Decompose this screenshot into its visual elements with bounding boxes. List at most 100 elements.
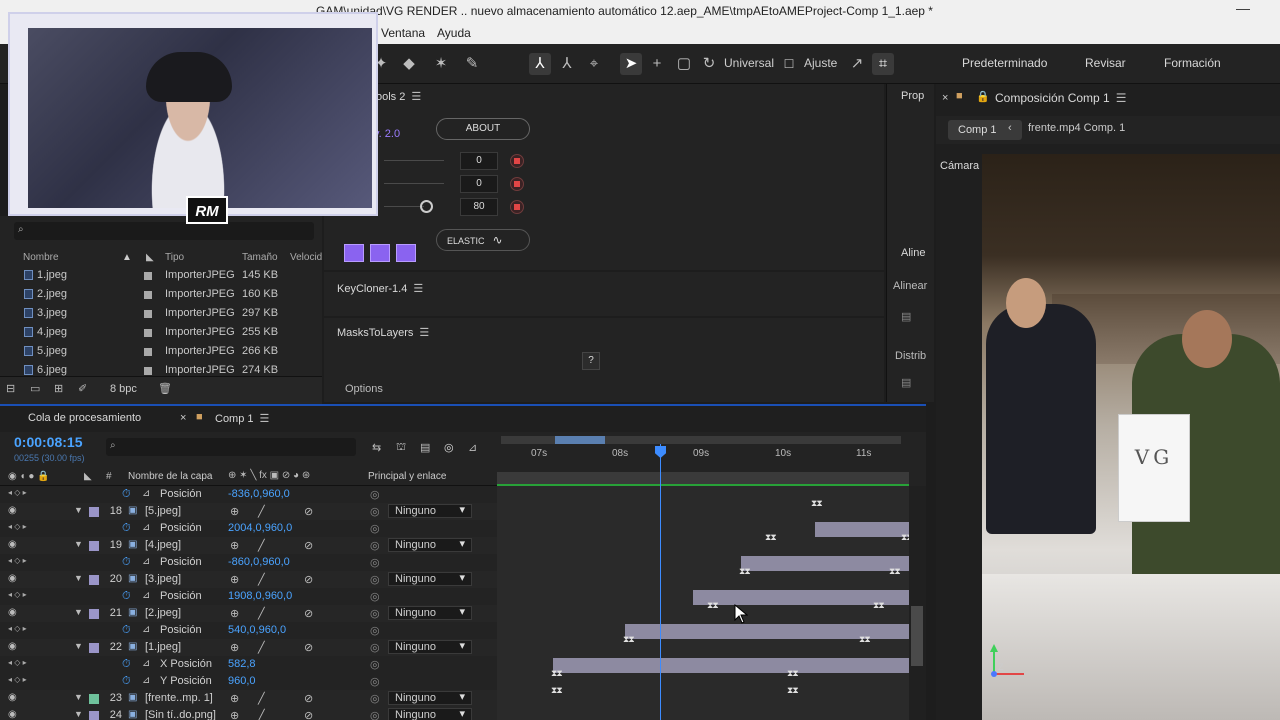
layer-name[interactable]: [frente..mp. 1]: [145, 692, 213, 704]
pick-whip-icon[interactable]: ◎: [370, 573, 380, 586]
new-comp-icon[interactable]: ⊞: [54, 382, 63, 395]
keyframe-icon[interactable]: ⧗⧗: [551, 668, 563, 679]
label-color-swatch[interactable]: [144, 367, 152, 375]
delete-icon[interactable]: 🗑: [158, 382, 172, 395]
about-button[interactable]: ABOUT: [436, 118, 530, 140]
view-axis-icon[interactable]: ⌖: [583, 53, 605, 75]
layer-name[interactable]: [Sin tí..do.png]: [145, 709, 216, 720]
pick-whip-icon[interactable]: ◎: [370, 641, 380, 654]
layer-row[interactable]: ◉ ▼ 22 ▣ [1.jpeg] ⊕ ╱ ⊘ ◎ Ninguno: [0, 639, 497, 656]
panel-menu-icon[interactable]: ☰: [411, 91, 421, 103]
keyframe-nav-icon[interactable]: ◂ ◇ ▸: [8, 556, 27, 565]
keyframe-icon[interactable]: ⧗⧗: [811, 498, 823, 509]
shy-switch-icon[interactable]: ⊕: [230, 641, 239, 654]
value-field-3[interactable]: 80: [460, 198, 498, 216]
parent-dropdown[interactable]: Ninguno: [388, 708, 472, 720]
keyframe-nav-icon[interactable]: ◂ ◇ ▸: [8, 590, 27, 599]
motion-blur-switch-icon[interactable]: ⊘: [304, 607, 313, 620]
keyframe-icon[interactable]: ⧗⧗: [873, 600, 885, 611]
interpret-footage-icon[interactable]: ⊟: [6, 382, 15, 395]
project-search-input[interactable]: ⌕: [14, 222, 314, 240]
stopwatch-icon[interactable]: ⏱: [122, 590, 131, 603]
keyframe-icon[interactable]: ⧗⧗: [787, 668, 799, 679]
property-value[interactable]: -860,0,960,0: [228, 556, 290, 568]
pick-whip-icon[interactable]: ◎: [370, 692, 380, 705]
current-time-indicator[interactable]: [660, 444, 661, 720]
panel-menu-icon[interactable]: ☰: [413, 283, 423, 295]
chevron-down-icon[interactable]: ▼: [74, 607, 83, 617]
world-axis-icon[interactable]: ⅄: [556, 53, 578, 75]
shy-switch-icon[interactable]: ⊕: [230, 692, 239, 705]
axis-gizmo-icon[interactable]: Z: [986, 642, 1026, 682]
visibility-eye-icon[interactable]: ◉: [8, 539, 17, 550]
property-row[interactable]: ◂ ◇ ▸ ⏱ ⊿ Posición 1908,0,960,0 ◎: [0, 588, 497, 605]
panel-menu-icon[interactable]: ☰: [260, 413, 270, 425]
label-tag-icon[interactable]: ◣: [146, 252, 154, 263]
label-color-swatch[interactable]: [144, 272, 152, 280]
close-icon[interactable]: ×: [942, 92, 948, 104]
pick-whip-icon[interactable]: ◎: [370, 675, 380, 688]
chevron-down-icon[interactable]: ▼: [74, 709, 83, 719]
visibility-eye-icon[interactable]: ◉: [8, 607, 17, 618]
layer-name[interactable]: [2.jpeg]: [145, 607, 181, 619]
tab-render-queue[interactable]: Cola de procesamiento: [28, 412, 141, 424]
column-size[interactable]: Tamaño: [242, 252, 278, 263]
parent-dropdown[interactable]: Ninguno: [388, 538, 472, 552]
pick-whip-icon[interactable]: ◎: [370, 539, 380, 552]
shy-switch-icon[interactable]: ⊕: [230, 505, 239, 518]
pick-whip-icon[interactable]: ◎: [370, 522, 380, 535]
parent-dropdown[interactable]: Ninguno: [388, 640, 472, 654]
keyframe-icon[interactable]: ⧗⧗: [859, 634, 871, 645]
visibility-eye-icon[interactable]: ◉: [8, 692, 17, 703]
keyframe-nav-icon[interactable]: ◂ ◇ ▸: [8, 675, 27, 684]
value-field-1[interactable]: 0: [460, 152, 498, 170]
motion-blur-switch-icon[interactable]: ⊘: [304, 505, 313, 518]
label-color-swatch[interactable]: [89, 541, 99, 551]
property-row[interactable]: ◂ ◇ ▸ ⏱ ⊿ Y Posición 960,0 ◎: [0, 673, 497, 690]
keyframe-icon[interactable]: ⧗⧗: [739, 566, 751, 577]
move-icon[interactable]: +: [646, 53, 668, 75]
value-field-2[interactable]: 0: [460, 175, 498, 193]
workspace-predeterminado[interactable]: Predeterminado: [962, 56, 1047, 70]
quality-switch-icon[interactable]: ╱: [258, 607, 265, 620]
layer-row[interactable]: ◉ ▼ 23 ▣ [frente..mp. 1] ⊕ ╱ ⊘ ◎ Ninguno: [0, 690, 497, 707]
lock-icon[interactable]: 🔒: [976, 90, 990, 103]
label-color-swatch[interactable]: [89, 575, 99, 585]
label-color-swatch[interactable]: [144, 291, 152, 299]
quality-switch-icon[interactable]: ╱: [258, 641, 265, 654]
parent-dropdown[interactable]: Ninguno: [388, 504, 472, 518]
shy-switch-icon[interactable]: ⊕: [230, 607, 239, 620]
menu-ayuda[interactable]: Ayuda: [437, 22, 471, 44]
property-value[interactable]: 2004,0,960,0: [228, 522, 292, 534]
keyframe-nav-icon[interactable]: ◂ ◇ ▸: [8, 522, 27, 531]
composition-frame[interactable]: VG: [982, 154, 1280, 720]
selection-tool-icon[interactable]: ➤: [620, 53, 642, 75]
pin-icon[interactable]: ✎: [461, 53, 483, 75]
close-icon[interactable]: ×: [180, 412, 186, 424]
adjust-icon[interactable]: ✐: [78, 382, 87, 395]
layer-name[interactable]: [1.jpeg]: [145, 641, 181, 653]
project-item[interactable]: 4.jpeg ImporterJPEG 255 KB: [0, 323, 322, 342]
sort-up-icon[interactable]: ▲: [122, 252, 132, 263]
pick-whip-icon[interactable]: ◎: [370, 505, 380, 518]
minimize-icon[interactable]: —: [1236, 0, 1250, 16]
stopwatch-icon[interactable]: ⏱: [122, 675, 131, 688]
chevron-down-icon[interactable]: ▼: [74, 641, 83, 651]
layer-duration-bar[interactable]: [815, 522, 909, 537]
preset-swatch-2[interactable]: [370, 244, 390, 262]
graph-icon[interactable]: ⊿: [142, 658, 150, 669]
keyframe-nav-icon[interactable]: ◂ ◇ ▸: [8, 658, 27, 667]
timeline-scrollbar[interactable]: [909, 486, 926, 720]
chevron-down-icon[interactable]: ▼: [74, 539, 83, 549]
current-time[interactable]: 0:00:08:15: [14, 434, 83, 450]
record-icon[interactable]: [510, 177, 524, 191]
shy-switch-icon[interactable]: ⊕: [230, 573, 239, 586]
column-speed[interactable]: Velocid: [290, 252, 322, 263]
shy-switch-icon[interactable]: ⊕: [230, 709, 239, 720]
layer-duration-bar[interactable]: [553, 658, 909, 673]
project-item[interactable]: 3.jpeg ImporterJPEG 297 KB: [0, 304, 322, 323]
stopwatch-icon[interactable]: ⏱: [122, 556, 131, 569]
column-parent[interactable]: Principal y enlace: [368, 471, 446, 482]
property-value[interactable]: 582,8: [228, 658, 256, 670]
keyframe-icon[interactable]: ⧗⧗: [765, 532, 777, 543]
